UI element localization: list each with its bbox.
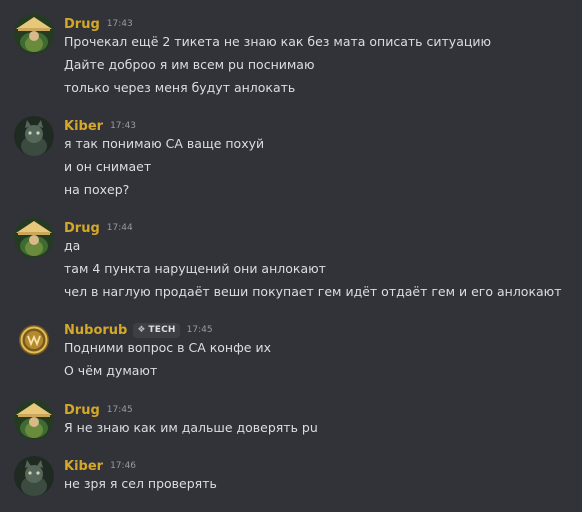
cat-avatar[interactable] bbox=[14, 116, 54, 156]
username[interactable]: Kiber bbox=[64, 119, 103, 134]
username[interactable]: Drug bbox=[64, 403, 100, 418]
message-text: не зря я сел проверять bbox=[64, 476, 217, 491]
chat-message-list: Drug 17:43 Прочекал ещё 2 тикета не знаю… bbox=[0, 0, 582, 512]
message-text: да bbox=[64, 238, 81, 253]
straw-hat-avatar[interactable] bbox=[14, 218, 54, 258]
gold-emblem-avatar[interactable] bbox=[14, 320, 54, 360]
username[interactable]: Drug bbox=[64, 221, 100, 236]
server-tag[interactable]: ❖ TECH bbox=[133, 322, 180, 338]
timestamp: 17:43 bbox=[106, 19, 133, 29]
gem-icon: ❖ bbox=[137, 324, 146, 335]
timestamp: 17:45 bbox=[186, 325, 213, 335]
message-text: и он снимает bbox=[64, 159, 152, 174]
timestamp: 17:43 bbox=[110, 121, 137, 131]
message-text: Прочекал ещё 2 тикета не знаю как без ма… bbox=[64, 34, 492, 49]
straw-hat-avatar[interactable] bbox=[14, 14, 54, 54]
straw-hat-avatar[interactable] bbox=[14, 400, 54, 440]
message-text: Я не знаю как им дальше доверять pu bbox=[64, 420, 318, 435]
timestamp: 17:45 bbox=[106, 405, 133, 415]
cat-avatar[interactable] bbox=[14, 456, 54, 496]
message-text: там 4 пункта нарущений они анлокают bbox=[64, 261, 326, 276]
timestamp: 17:46 bbox=[110, 461, 137, 471]
message-text: я так понимаю СА ваще похуй bbox=[64, 136, 265, 151]
timestamp: 17:44 bbox=[106, 223, 133, 233]
username[interactable]: Drug bbox=[64, 17, 100, 32]
message-text: чел в наглую продаёт веши покупает гем и… bbox=[64, 284, 562, 299]
message-text: на похер? bbox=[64, 182, 130, 197]
server-tag-label: TECH bbox=[148, 325, 176, 335]
message-text: Подними вопрос в СА конфе их bbox=[64, 340, 271, 355]
message-text: О чём думают bbox=[64, 363, 158, 378]
username[interactable]: Nuborub bbox=[64, 323, 127, 338]
username[interactable]: Kiber bbox=[64, 459, 103, 474]
message-text: только через меня будут анлокать bbox=[64, 80, 296, 95]
message-text: Дайте доброо я им всем pu поснимаю bbox=[64, 57, 315, 72]
